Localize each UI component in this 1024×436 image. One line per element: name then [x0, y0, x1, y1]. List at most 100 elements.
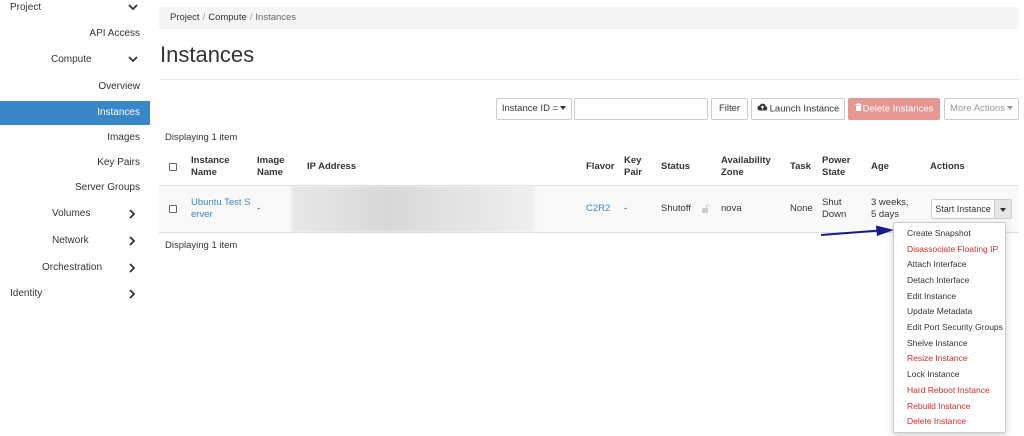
more-actions-button[interactable]: More Actions [944, 98, 1019, 120]
sidebar-item-label: API Access [89, 28, 140, 39]
header-line: State [822, 167, 846, 178]
column-header-ip-address[interactable]: IP Address [307, 161, 356, 173]
menu-item-create-snapshot[interactable]: Create Snapshot [907, 227, 971, 239]
sidebar-item-label: Network [52, 235, 89, 246]
sidebar-item-label: Volumes [52, 208, 91, 219]
sidebar-item-identity[interactable]: Identity [0, 283, 150, 305]
table-header: Instance Name Image Name IP Address Flav… [159, 150, 1019, 184]
sidebar-item-label: Images [107, 132, 140, 143]
title-divider [159, 79, 1019, 80]
sidebar-item-label: Overview [98, 81, 140, 92]
header-line: Name [191, 167, 217, 178]
menu-item-edit-instance[interactable]: Edit Instance [907, 290, 956, 302]
sidebar-item-volumes[interactable]: Volumes [0, 203, 150, 225]
breadcrumb-compute[interactable]: Compute [208, 12, 247, 23]
chevron-right-icon [128, 230, 140, 252]
sidebar-item-label: Project [10, 2, 42, 13]
image-name-cell: - [257, 203, 261, 214]
cell-line: erver [191, 209, 213, 220]
launch-instance-label: Launch Instance [769, 103, 840, 115]
menu-item-resize-instance[interactable]: Resize Instance [907, 352, 967, 364]
column-header-task[interactable]: Task [790, 161, 811, 173]
cell-line: 3 weeks, [871, 197, 909, 208]
delete-instances-button[interactable]: Delete Instances [848, 98, 940, 120]
menu-item-rebuild-instance[interactable]: Rebuild Instance [907, 400, 970, 412]
menu-item-edit-port-security-groups[interactable]: Edit Port Security Groups [907, 321, 1003, 333]
column-header-availability-zone[interactable]: Availability Zone [721, 155, 771, 179]
filter-field-select[interactable]: Instance ID = [496, 98, 572, 120]
launch-instance-button[interactable]: Launch Instance [751, 98, 845, 120]
item-count-footer: Displaying 1 item [165, 240, 238, 251]
sidebar-item-orchestration[interactable]: Orchestration [0, 257, 150, 279]
task-cell: None [790, 203, 813, 214]
select-all-checkbox[interactable] [169, 163, 177, 171]
filter-field-label: Instance ID = [501, 103, 559, 114]
cell-line: Ubuntu Test S [191, 197, 251, 208]
header-line: Zone [721, 167, 744, 178]
menu-item-shelve-instance[interactable]: Shelve Instance [907, 337, 967, 349]
sidebar-item-project[interactable]: Project [0, 0, 150, 19]
menu-item-attach-interface[interactable]: Attach Interface [907, 258, 967, 270]
column-header-flavor[interactable]: Flavor [586, 161, 615, 173]
ip-address-redacted [291, 186, 535, 232]
delete-instances-label: Delete Instances [862, 103, 934, 115]
chevron-right-icon [128, 257, 140, 279]
column-header-actions: Actions [930, 161, 965, 172]
header-line: Availability [721, 155, 771, 166]
header-line: Image [257, 155, 285, 166]
header-line: Instance [191, 155, 230, 166]
sidebar-item-server-groups[interactable]: Server Groups [0, 177, 150, 199]
filter-button[interactable]: Filter [711, 98, 748, 120]
menu-item-delete-instance[interactable]: Delete Instance [907, 415, 966, 427]
row-actions-dropdown-toggle[interactable] [995, 199, 1012, 219]
breadcrumb-separator: / [249, 12, 253, 23]
menu-item-hard-reboot-instance[interactable]: Hard Reboot Instance [907, 384, 990, 396]
page-title: Instances [160, 42, 255, 67]
sidebar-item-label: Key Pairs [97, 157, 140, 168]
breadcrumb-separator: / [202, 12, 206, 23]
sidebar-item-network[interactable]: Network [0, 230, 150, 252]
cell-line: Shut [822, 197, 842, 208]
sidebar-item-label: Compute [51, 54, 92, 65]
header-line: Power [822, 155, 851, 166]
instance-name-link[interactable]: Ubuntu Test S erver [191, 197, 251, 221]
caret-down-icon [1006, 106, 1013, 111]
sidebar-item-api-access[interactable]: API Access [0, 23, 150, 45]
row-checkbox[interactable] [169, 205, 177, 213]
caret-down-icon [560, 106, 567, 111]
column-header-image-name[interactable]: Image Name [257, 155, 284, 179]
trash-icon [855, 99, 862, 119]
filter-button-label: Filter [718, 103, 741, 114]
header-line: Key [624, 155, 642, 166]
breadcrumb-instances: Instances [255, 12, 297, 23]
age-cell: 3 weeks, 5 days [871, 197, 909, 221]
column-header-instance-name[interactable]: Instance Name [191, 155, 230, 179]
chevron-right-icon [128, 203, 140, 225]
column-header-power-state[interactable]: Power State [822, 155, 851, 179]
menu-item-disassociate-floating-ip[interactable]: Disassociate Floating IP [907, 243, 998, 255]
caret-down-icon [1000, 208, 1006, 212]
availability-zone-cell: nova [721, 203, 742, 214]
status-cell: Shutoff [661, 203, 691, 214]
sidebar-item-label: Instances [97, 107, 140, 118]
flavor-link[interactable]: C2R2 [586, 203, 610, 215]
start-instance-button[interactable]: Start Instance [931, 199, 995, 219]
search-input[interactable] [574, 98, 708, 120]
breadcrumb-project[interactable]: Project [170, 12, 200, 23]
sidebar-item-compute[interactable]: Compute [0, 49, 150, 71]
column-header-key-pair[interactable]: Key Pair [624, 155, 642, 179]
row-actions-menu: Create Snapshot Disassociate Floating IP… [893, 222, 1006, 433]
lock-open-icon [701, 204, 711, 216]
power-state-cell: Shut Down [822, 197, 846, 221]
menu-item-update-metadata[interactable]: Update Metadata [907, 305, 972, 317]
chevron-down-icon [128, 0, 140, 19]
menu-item-detach-interface[interactable]: Detach Interface [907, 274, 969, 286]
sidebar-item-key-pairs[interactable]: Key Pairs [0, 152, 150, 174]
sidebar-item-instances[interactable]: Instances [0, 101, 150, 125]
sidebar-item-overview[interactable]: Overview [0, 76, 150, 98]
menu-item-lock-instance[interactable]: Lock Instance [907, 368, 959, 380]
column-header-age[interactable]: Age [871, 161, 889, 173]
breadcrumb: Project / Compute / Instances [159, 7, 1019, 29]
sidebar-item-images[interactable]: Images [0, 127, 150, 149]
column-header-status[interactable]: Status [661, 161, 690, 173]
